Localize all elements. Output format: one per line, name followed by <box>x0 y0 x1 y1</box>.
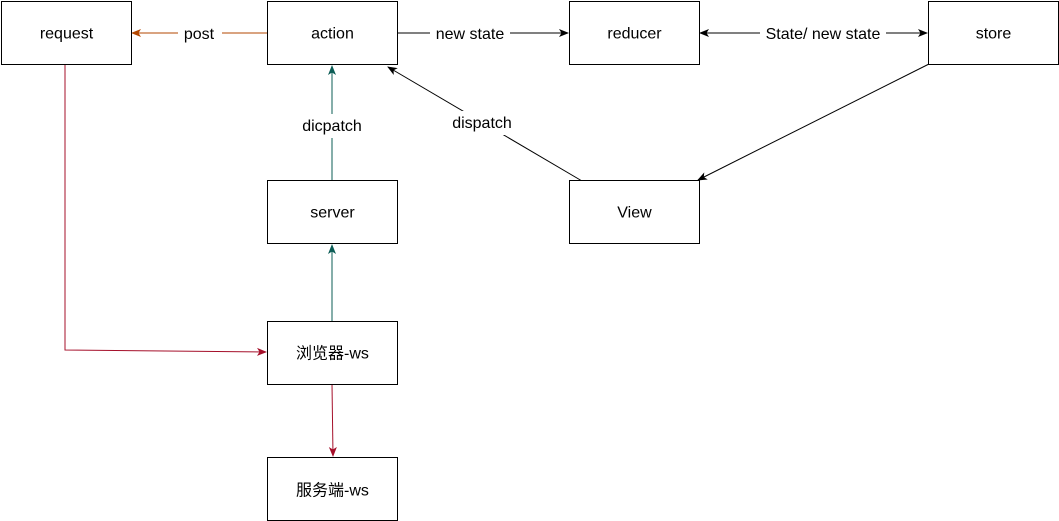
node-server[interactable]: server <box>267 180 398 244</box>
svg-text:new state: new state <box>436 26 505 43</box>
edge-label-state-new-state: State/ new state <box>760 22 886 44</box>
svg-text:State/ new state: State/ new state <box>766 26 881 43</box>
node-view[interactable]: View <box>569 180 700 244</box>
svg-text:dispatch: dispatch <box>452 115 512 132</box>
node-store[interactable]: store <box>928 1 1059 65</box>
edge-label-post: post <box>178 22 222 44</box>
node-reducer[interactable]: reducer <box>569 1 700 65</box>
svg-text:post: post <box>184 26 215 43</box>
node-action[interactable]: action <box>267 1 398 65</box>
edge-store-to-view <box>697 63 930 181</box>
node-reducer-label: reducer <box>607 26 662 43</box>
node-request[interactable]: request <box>1 1 132 65</box>
svg-text:dicpatch: dicpatch <box>302 118 362 135</box>
edge-label-dispatch: dispatch <box>446 111 518 135</box>
edge-request-to-browser-ws <box>64 65 267 356</box>
edge-label-new-state: new state <box>430 22 510 44</box>
edge-label-dicpatch: dicpatch <box>296 114 368 138</box>
node-server-ws-label: 服务端-ws <box>296 482 369 500</box>
flow-diagram: post new state State/ new state dicpatch… <box>1 1 1059 521</box>
node-view-label: View <box>617 205 652 222</box>
edge-browser-ws-to-server-ws <box>328 383 337 457</box>
node-server-label: server <box>310 205 355 222</box>
node-store-label: store <box>976 26 1012 43</box>
node-server-ws[interactable]: 服务端-ws <box>267 457 398 521</box>
node-browser-ws[interactable]: 浏览器-ws <box>267 321 398 385</box>
node-action-label: action <box>311 26 354 43</box>
node-browser-ws-label: 浏览器-ws <box>296 345 369 363</box>
node-request-label: request <box>40 26 94 43</box>
